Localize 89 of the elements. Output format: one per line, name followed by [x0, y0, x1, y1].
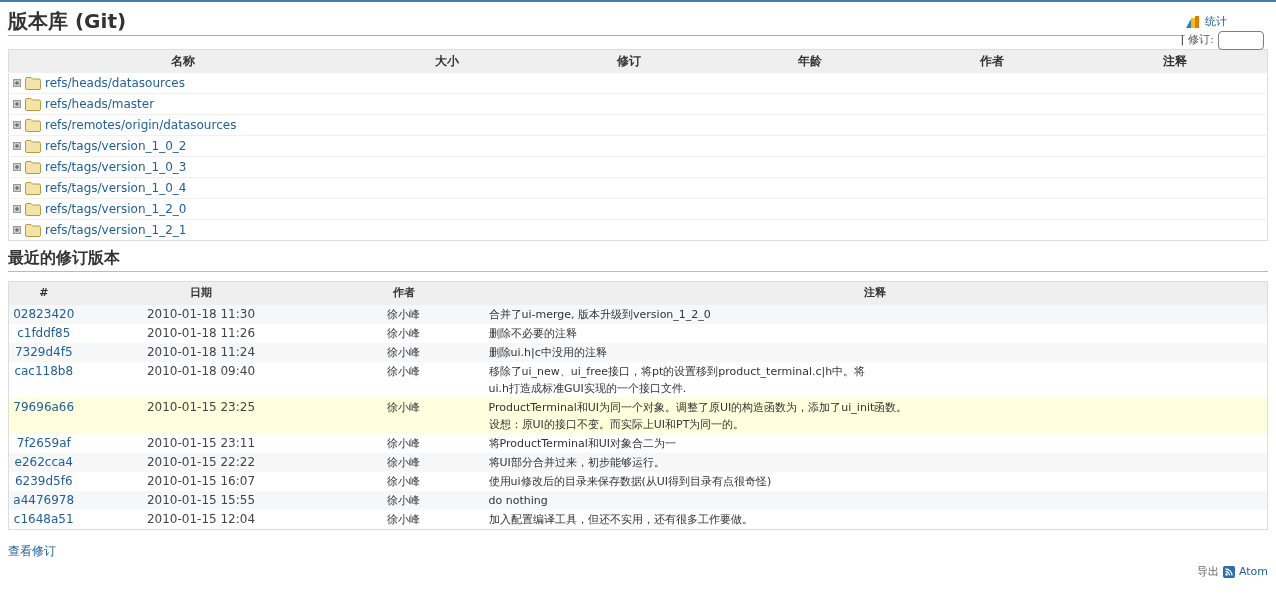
- folder-icon: [25, 139, 41, 153]
- author-cell: 徐小峰: [387, 493, 420, 507]
- changeset-row[interactable]: c1648a51 2010-01-15 12:04 徐小峰 加入配置编译工具，但还不实用，还有很多工作要做。: [8, 509, 1268, 529]
- date-cell: 2010-01-15 16:07: [146, 473, 256, 488]
- author-cell: 徐小峰: [387, 400, 420, 414]
- section-title: 最近的修订版本: [8, 245, 1268, 272]
- author-cell: 徐小峰: [387, 436, 420, 450]
- expand-icon[interactable]: [13, 163, 21, 171]
- folder-icon: [25, 202, 41, 216]
- revision-link[interactable]: a4476978: [13, 492, 75, 507]
- column-header: 作者: [900, 49, 1083, 73]
- revision-field[interactable]: [1218, 30, 1264, 50]
- branch-link[interactable]: refs/tags/version_1_0_4: [45, 179, 187, 197]
- separator: |: [1180, 31, 1185, 48]
- date-cell: 2010-01-15 23:25: [146, 399, 256, 414]
- author-cell: 徐小峰: [387, 364, 420, 378]
- date-cell: 2010-01-18 11:24: [146, 344, 256, 359]
- author-cell: 徐小峰: [387, 512, 420, 526]
- expand-icon[interactable]: [13, 121, 21, 129]
- author-cell: 徐小峰: [387, 326, 420, 340]
- date-cell: 2010-01-18 09:40: [146, 363, 256, 378]
- column-header: 名称: [8, 49, 357, 73]
- date-cell: 2010-01-15 22:22: [146, 454, 256, 469]
- branch-link[interactable]: refs/remotes/origin/datasources: [45, 116, 237, 134]
- column-header: 日期: [78, 281, 324, 305]
- commit-message: 设想：原UI的接口不变。而实际上UI和PT为同一的。: [488, 416, 746, 433]
- changeset-row[interactable]: cac118b8 2010-01-18 09:40 徐小峰 移除了ui_new、ui_free接口，将pt的设置移到product_terminal.c|h中。将 ui.h打造成标准GUI实现的一个接口文件.: [8, 361, 1268, 398]
- expand-icon[interactable]: [13, 184, 21, 192]
- column-header: 注释: [483, 281, 1268, 305]
- revision-link[interactable]: e262cca4: [14, 454, 73, 469]
- revision-link[interactable]: c1fddf85: [17, 325, 71, 340]
- branch-link[interactable]: refs/tags/version_1_0_2: [45, 137, 187, 155]
- expand-icon[interactable]: [13, 142, 21, 150]
- commit-message: do nothing: [488, 492, 549, 509]
- expand-icon[interactable]: [13, 100, 21, 108]
- atom-feed-link[interactable]: Atom: [1238, 563, 1268, 580]
- date-cell: 2010-01-15 12:04: [146, 511, 256, 526]
- author-cell: 徐小峰: [387, 345, 420, 359]
- revision-link[interactable]: cac118b8: [14, 363, 74, 378]
- branch-link[interactable]: refs/heads/datasources: [45, 74, 185, 92]
- date-cell: 2010-01-18 11:30: [146, 306, 256, 321]
- commit-message: ProductTerminal和UI为同一个对象。调整了原UI的构造函数为，添加了ui_init函数。: [488, 399, 909, 416]
- folder-icon: [25, 76, 41, 90]
- date-cell: 2010-01-15 15:55: [146, 492, 256, 507]
- commit-message: 将UI部分合并过来，初步能够运行。: [488, 454, 666, 471]
- column-header: 大小: [356, 49, 538, 73]
- column-header: 作者: [323, 281, 484, 305]
- date-cell: 2010-01-15 23:11: [146, 435, 256, 450]
- expand-icon[interactable]: [13, 226, 21, 234]
- revision-label: 修订:: [1188, 31, 1214, 48]
- revision-link[interactable]: 7f2659af: [16, 435, 71, 450]
- view-changes-link[interactable]: 查看修订: [8, 543, 56, 558]
- folder-icon: [25, 181, 41, 195]
- branch-link[interactable]: refs/tags/version_1_2_0: [45, 200, 187, 218]
- revision-link[interactable]: 7329d4f5: [14, 344, 73, 359]
- commit-message: ui.h打造成标准GUI实现的一个接口文件.: [488, 380, 688, 397]
- revision-link[interactable]: 6239d5f6: [14, 473, 73, 488]
- bar-chart-icon: [1184, 15, 1201, 30]
- export-label: 导出: [1196, 563, 1219, 580]
- folder-icon: [25, 223, 41, 237]
- branch-link[interactable]: refs/heads/master: [45, 95, 155, 113]
- stats-link[interactable]: 统计: [1204, 14, 1227, 31]
- branch-link[interactable]: refs/tags/version_1_2_1: [45, 221, 187, 239]
- expand-icon[interactable]: [13, 79, 21, 87]
- commit-message: 删除ui.h|c中没用的注释: [488, 344, 608, 361]
- column-header: 修订: [537, 49, 720, 73]
- branch-link[interactable]: refs/tags/version_1_0_3: [45, 158, 187, 176]
- rss-feed-icon: [1222, 565, 1235, 578]
- author-cell: 徐小峰: [387, 455, 420, 469]
- commit-message: 删除不必要的注释: [488, 325, 578, 342]
- page-title: 版本库 (Git): [8, 8, 127, 35]
- commit-message: 使用ui修改后的目录来保存数据(从UI得到目录有点很奇怪): [488, 473, 773, 490]
- author-cell: 徐小峰: [387, 307, 420, 321]
- author-cell: 徐小峰: [387, 474, 420, 488]
- folder-icon: [25, 160, 41, 174]
- column-header: 注释: [1082, 49, 1268, 73]
- column-header: #: [8, 281, 79, 305]
- commit-message: 移除了ui_new、ui_free接口，将pt的设置移到product_terminal.c|h中。将: [488, 363, 867, 380]
- expand-icon[interactable]: [13, 205, 21, 213]
- commit-message: 加入配置编译工具，但还不实用，还有很多工作要做。: [488, 511, 754, 528]
- revision-link[interactable]: 02823420: [13, 306, 75, 321]
- column-header: 年龄: [719, 49, 901, 73]
- revision-link[interactable]: c1648a51: [13, 511, 74, 526]
- folder-icon: [25, 97, 41, 111]
- commit-message: 将ProductTerminal和UI对象合二为一: [488, 435, 678, 452]
- date-cell: 2010-01-18 11:26: [146, 325, 256, 340]
- commit-message: 合并了ui-merge, 版本升级到version_1_2_0: [488, 306, 712, 323]
- folder-icon: [25, 118, 41, 132]
- revision-link[interactable]: 79696a66: [13, 399, 75, 414]
